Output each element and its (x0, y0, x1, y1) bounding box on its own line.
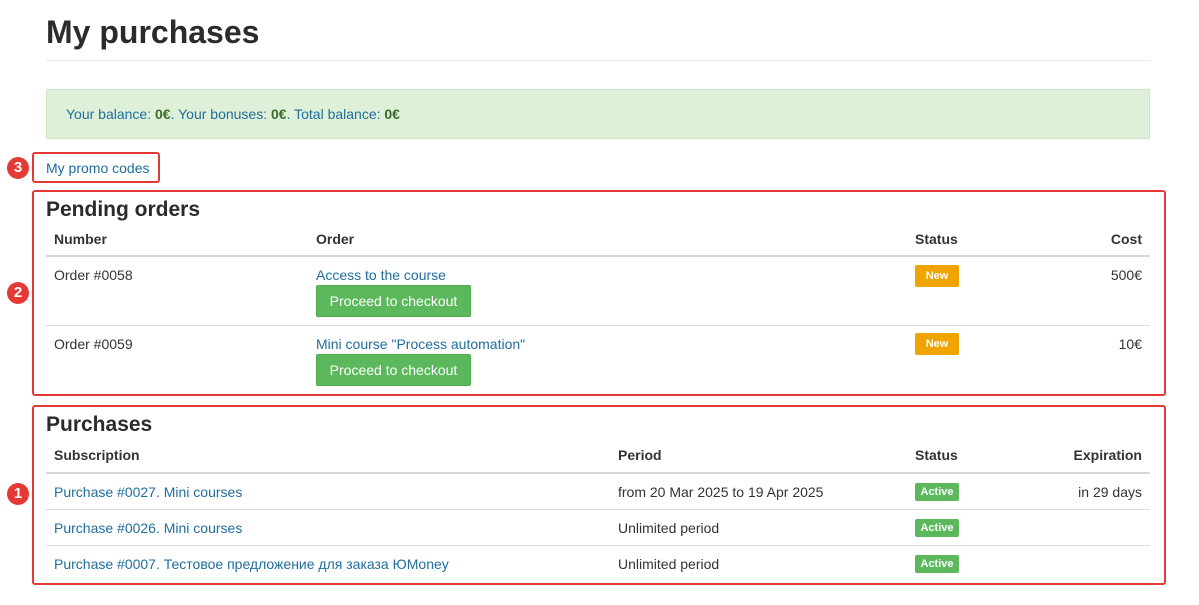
balance-value: 0€ (155, 106, 171, 122)
purchase-period: from 20 Mar 2025 to 19 Apr 2025 (618, 484, 824, 500)
table-header-divider (46, 255, 1150, 257)
proceed-to-checkout-button[interactable]: Proceed to checkout (316, 354, 471, 386)
purchase-link[interactable]: Purchase #0026. Mini courses (54, 520, 242, 536)
balance-label: Your balance: (66, 106, 155, 122)
col-header-period: Period (618, 447, 662, 463)
status-badge: New (915, 333, 959, 355)
annotation-marker-1: 1 (7, 483, 29, 505)
order-number: Order #0058 (54, 267, 133, 283)
col-header-number: Number (54, 231, 107, 247)
status-badge: Active (915, 555, 959, 573)
purchase-expiration: in 29 days (1078, 484, 1142, 500)
table-header-divider (46, 472, 1150, 474)
purchases-title: Purchases (46, 413, 153, 436)
purchase-link[interactable]: Purchase #0007. Тестовое предложение для… (54, 556, 449, 572)
annotation-marker-3: 3 (7, 157, 29, 179)
balance-alert: Your balance: 0€. Your bonuses: 0€. Tota… (46, 89, 1150, 139)
status-badge: New (915, 265, 959, 287)
annotation-marker-2: 2 (7, 282, 29, 304)
row-divider (46, 509, 1150, 510)
order-cost: 500€ (1110, 267, 1142, 283)
total-balance-value: 0€ (384, 106, 400, 122)
col-header-status: Status (915, 231, 958, 247)
page-title: My purchases (46, 14, 260, 50)
col-header-subscription: Subscription (54, 447, 140, 463)
bonuses-value: 0€ (271, 106, 287, 122)
pending-orders-title: Pending orders (46, 198, 201, 221)
order-item-link[interactable]: Access to the course (316, 267, 446, 283)
purchase-link[interactable]: Purchase #0027. Mini courses (54, 484, 242, 500)
row-divider (46, 325, 1150, 326)
annotation-box-pending (32, 190, 1166, 396)
purchase-period: Unlimited period (618, 556, 720, 572)
col-header-order: Order (316, 231, 355, 247)
col-header-expiration: Expiration (1073, 447, 1142, 463)
order-item-link[interactable]: Mini course "Process automation" (316, 336, 525, 352)
order-cost: 10€ (1118, 336, 1142, 352)
bonuses-label: . Your bonuses: (170, 106, 271, 122)
promo-codes-link[interactable]: My promo codes (46, 160, 149, 176)
proceed-to-checkout-button[interactable]: Proceed to checkout (316, 285, 471, 317)
status-badge: Active (915, 519, 959, 537)
total-balance-label: . Total balance: (286, 106, 385, 122)
col-header-cost: Cost (1110, 231, 1142, 247)
purchase-period: Unlimited period (618, 520, 720, 536)
row-divider (46, 545, 1150, 546)
status-badge: Active (915, 483, 959, 501)
order-number: Order #0059 (54, 336, 133, 352)
title-divider (46, 60, 1150, 61)
col-header-status: Status (915, 447, 958, 463)
